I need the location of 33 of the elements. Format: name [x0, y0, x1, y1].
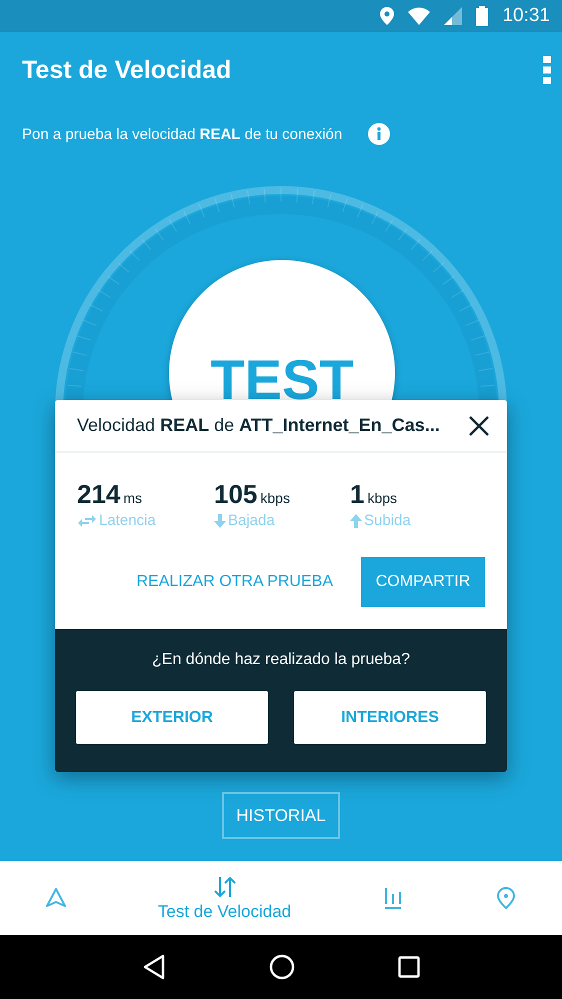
- signal-icon: [444, 7, 462, 25]
- location-choice-button[interactable]: EXTERIOR: [76, 691, 268, 744]
- down-arrow-icon: [214, 514, 226, 528]
- bar-chart-icon: [383, 886, 403, 910]
- info-icon[interactable]: [368, 123, 390, 145]
- up-down-arrows-icon: [212, 874, 238, 900]
- location-choice-button[interactable]: INTERIORES: [294, 691, 486, 744]
- battery-icon: [476, 6, 488, 26]
- metric-unit: kbps: [260, 490, 290, 506]
- share-button[interactable]: COMPARTIR: [361, 557, 485, 607]
- metric-label: Subida: [364, 512, 411, 529]
- home-button[interactable]: [268, 954, 295, 980]
- metric-label: Latencia: [99, 512, 156, 529]
- subtitle-text: Pon a prueba la velocidad REAL de tu conexión: [22, 126, 342, 142]
- metric-label: Bajada: [228, 512, 275, 529]
- recents-button[interactable]: [398, 956, 420, 978]
- back-button[interactable]: [142, 954, 166, 980]
- app-title: Test de Velocidad: [22, 56, 232, 84]
- up-arrow-icon: [350, 514, 362, 528]
- overflow-menu-icon[interactable]: [542, 56, 552, 84]
- wifi-icon: [408, 7, 430, 25]
- clock-time: 10:31: [502, 5, 550, 27]
- location-icon: [380, 7, 394, 25]
- metric-unit: ms: [123, 490, 142, 506]
- history-button[interactable]: HISTORIAL: [222, 792, 340, 839]
- exchange-arrows-icon: [77, 514, 97, 526]
- navigation-arrow-icon: [44, 887, 68, 909]
- close-icon[interactable]: [469, 416, 489, 436]
- retry-test-button[interactable]: REALIZAR OTRA PRUEBA: [136, 573, 333, 591]
- location-question: ¿En dónde haz realizado la prueba?: [152, 651, 410, 669]
- metric-value: 214: [77, 479, 120, 510]
- metric-unit: kbps: [367, 490, 398, 506]
- location-pin-icon: [494, 886, 516, 910]
